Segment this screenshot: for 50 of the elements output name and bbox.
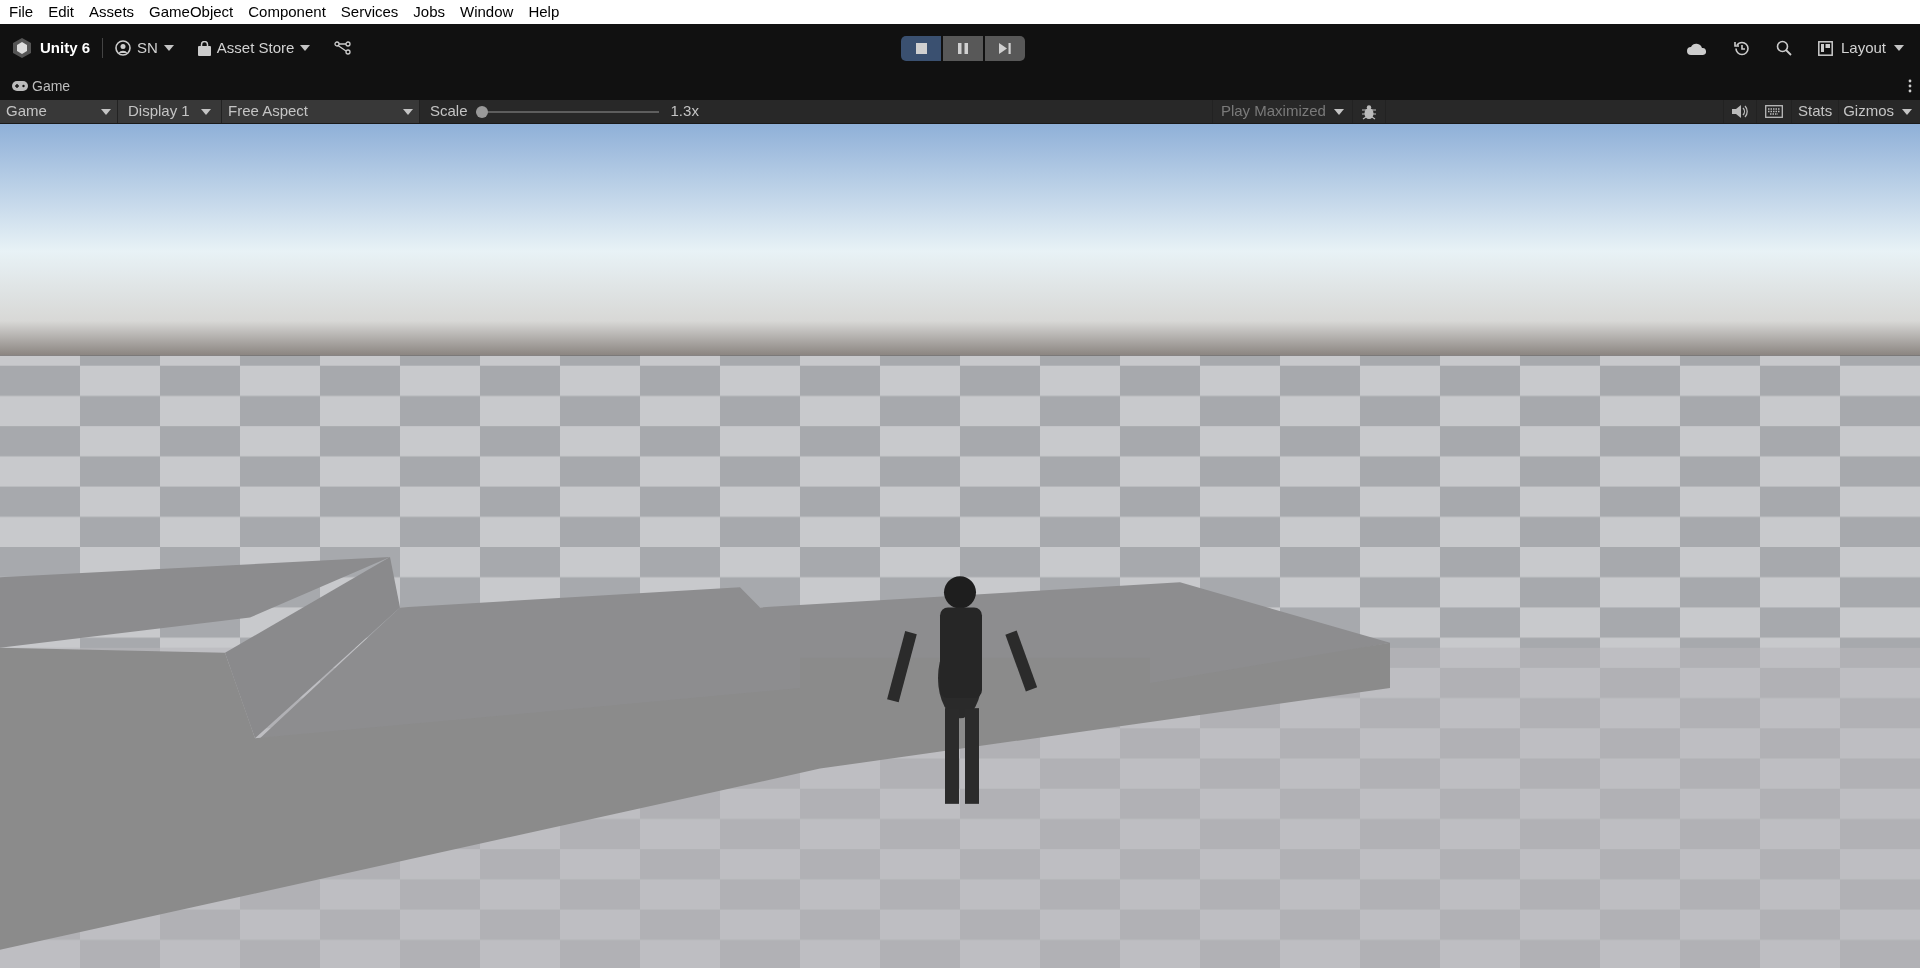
user-icon bbox=[115, 40, 131, 56]
slider-thumb[interactable] bbox=[475, 105, 488, 118]
cube-logo-icon bbox=[12, 37, 32, 59]
layout-dropdown[interactable]: Layout bbox=[1817, 36, 1904, 60]
account-dropdown[interactable]: SN bbox=[115, 36, 174, 60]
caret-icon bbox=[1894, 45, 1904, 51]
pause-icon bbox=[958, 43, 968, 54]
caret-icon bbox=[201, 108, 211, 115]
caret-icon bbox=[1333, 108, 1344, 115]
step-icon bbox=[999, 43, 1011, 54]
menu-item[interactable]: Help bbox=[528, 0, 560, 24]
speaker-icon[interactable] bbox=[1731, 105, 1748, 118]
stop-button[interactable] bbox=[901, 36, 941, 61]
menu-item[interactable]: Edit bbox=[48, 0, 75, 24]
caret-icon bbox=[101, 108, 111, 115]
keyboard-icon[interactable] bbox=[1764, 105, 1783, 118]
shopping-bag-icon bbox=[197, 40, 211, 56]
asset-store-dropdown[interactable]: Asset Store bbox=[197, 36, 311, 60]
pause-button[interactable] bbox=[943, 36, 983, 61]
version-control-icon[interactable] bbox=[334, 41, 353, 55]
scale-reading: 1.3x bbox=[670, 101, 699, 122]
scale-label: Scale bbox=[430, 101, 468, 122]
scale-slider[interactable] bbox=[475, 105, 659, 118]
menu-item[interactable]: Assets bbox=[89, 0, 135, 24]
game-tab[interactable]: Game bbox=[12, 75, 71, 97]
caret-icon bbox=[1902, 108, 1912, 115]
gamepad-icon bbox=[12, 81, 28, 91]
gizmos-dropdown[interactable]: Gizmos bbox=[1838, 100, 1920, 123]
caret-icon bbox=[300, 45, 311, 51]
app-title: Unity 6 bbox=[40, 37, 90, 58]
stats-button[interactable]: Stats bbox=[1790, 100, 1839, 123]
step-button[interactable] bbox=[985, 36, 1025, 61]
menu-item[interactable]: File bbox=[9, 0, 34, 24]
cloud-icon[interactable] bbox=[1686, 41, 1707, 55]
caret-icon bbox=[163, 45, 174, 51]
search-icon[interactable] bbox=[1775, 40, 1792, 56]
menu-item[interactable]: Component bbox=[248, 0, 326, 24]
menu-item[interactable]: Jobs bbox=[413, 0, 446, 24]
caret-icon bbox=[403, 108, 413, 115]
stop-icon bbox=[915, 43, 927, 54]
menu-item[interactable]: GameObject bbox=[149, 0, 234, 24]
bug-icon[interactable] bbox=[1360, 103, 1377, 120]
view-dropdown[interactable]: Game bbox=[0, 100, 118, 123]
history-icon[interactable] bbox=[1732, 39, 1750, 57]
menu-item[interactable]: Services bbox=[340, 0, 399, 24]
display-dropdown[interactable]: Display 1 bbox=[118, 100, 222, 123]
layout-icon bbox=[1817, 40, 1833, 56]
menu-item[interactable]: Window bbox=[460, 0, 514, 24]
more-options-icon[interactable] bbox=[1908, 79, 1912, 93]
aspect-dropdown[interactable]: Free Aspect bbox=[222, 100, 420, 123]
